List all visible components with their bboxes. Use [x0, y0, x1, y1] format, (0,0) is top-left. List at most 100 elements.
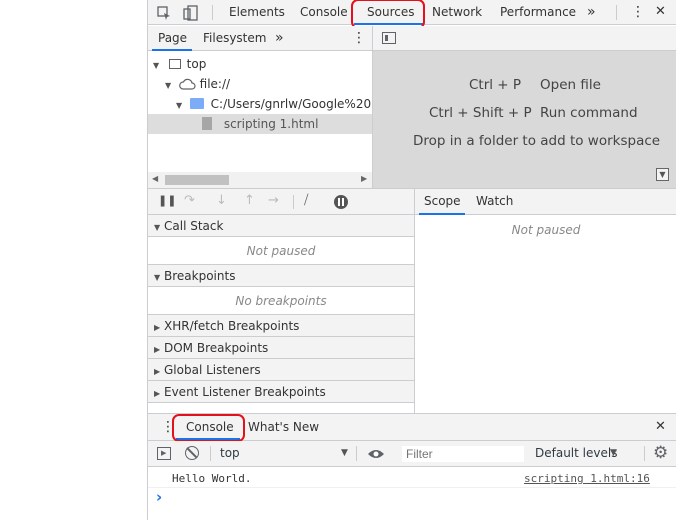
xhr-breakpoints-header[interactable]: ▶ XHR/fetch Breakpoints: [148, 315, 414, 337]
device-toolbar-icon[interactable]: [183, 5, 199, 21]
pause-icon[interactable]: ❚❚: [158, 194, 176, 207]
tree-label: scripting 1.html: [223, 117, 319, 131]
console-tab-highlight: [172, 414, 245, 442]
sidebar-tabs: Scope Watch: [415, 189, 676, 215]
devtools-panel: Elements Console Sources Network Perform…: [147, 0, 676, 520]
section-title: Global Listeners: [164, 363, 261, 377]
message-source-link[interactable]: scripting 1.html:16: [524, 472, 650, 485]
toolbar-divider: [356, 446, 357, 461]
shortcut-action-open: Open file: [540, 77, 601, 93]
scope-active-indicator: [419, 213, 465, 215]
editor-empty-pane: Ctrl + P Open file Ctrl + Shift + P Run …: [373, 26, 676, 188]
expand-caret-icon: ▼: [176, 101, 183, 110]
toggle-debugger-icon[interactable]: ▼: [656, 168, 669, 181]
toolbar-divider: [616, 5, 617, 20]
settings-menu-icon[interactable]: ⋮: [631, 0, 645, 25]
toolbar-divider: [293, 195, 294, 209]
file-icon: [202, 117, 212, 130]
collapsed-caret-icon: ▶: [154, 389, 161, 398]
toolbar-divider: [644, 446, 645, 461]
drawer-tab-whats-new[interactable]: What's New: [248, 415, 319, 440]
tab-performance[interactable]: Performance: [500, 0, 576, 25]
call-stack-status: Not paused: [148, 237, 414, 265]
nav-horizontal-scrollbar[interactable]: ◀ ▶: [148, 172, 372, 188]
inspect-element-icon[interactable]: [156, 5, 172, 21]
context-selector[interactable]: top: [220, 446, 240, 460]
call-stack-header[interactable]: ▼ Call Stack: [148, 215, 414, 237]
expand-caret-icon: ▼: [165, 81, 172, 90]
navigator-tabs: Page Filesystem » ⋮: [148, 26, 372, 51]
global-listeners-header[interactable]: ▶ Global Listeners: [148, 359, 414, 381]
pause-on-exceptions-icon[interactable]: [334, 195, 348, 209]
expand-caret-icon: ▼: [154, 273, 161, 282]
tree-item-origin[interactable]: ▼ file://: [165, 74, 230, 94]
clear-console-icon[interactable]: [185, 446, 199, 460]
breakpoints-status: No breakpoints: [148, 287, 414, 315]
section-title: Breakpoints: [164, 269, 236, 283]
folder-icon: [189, 98, 204, 109]
scroll-right-icon[interactable]: ▶: [361, 174, 367, 183]
filter-input[interactable]: [401, 445, 525, 463]
step-icon[interactable]: →: [268, 193, 279, 208]
frame-icon: [168, 59, 181, 69]
breakpoints-header[interactable]: ▼ Breakpoints: [148, 265, 414, 287]
tab-console[interactable]: Console: [300, 0, 348, 25]
deactivate-breakpoints-icon[interactable]: ⧸: [304, 193, 308, 208]
scroll-left-icon[interactable]: ◀: [152, 174, 158, 183]
section-title: Event Listener Breakpoints: [164, 385, 326, 399]
levels-dropdown-icon[interactable]: ▼: [610, 448, 617, 458]
tab-watch[interactable]: Watch: [476, 189, 513, 214]
close-drawer-icon[interactable]: ✕: [655, 415, 666, 440]
nav-tab-filesystem[interactable]: Filesystem: [203, 26, 266, 51]
tree-item-folder[interactable]: ▼ C:/Users/gnrlw/Google%20Drive: [176, 94, 372, 114]
nav-active-indicator: [152, 49, 192, 51]
toolbar-divider: [210, 446, 211, 461]
scope-status: Not paused: [511, 223, 581, 237]
nav-menu-icon[interactable]: ⋮: [352, 26, 366, 51]
console-prompt-row[interactable]: ›: [148, 488, 676, 520]
scrollbar-thumb[interactable]: [165, 175, 229, 185]
close-devtools-icon[interactable]: ✕: [655, 0, 666, 25]
step-over-icon[interactable]: ↷: [184, 193, 195, 208]
show-sidebar-icon[interactable]: ▶: [157, 447, 171, 460]
nav-more-button[interactable]: »: [275, 26, 284, 51]
tree-item-top[interactable]: ▼ top: [153, 54, 206, 74]
cloud-icon: [178, 76, 196, 96]
step-into-icon[interactable]: ↓: [216, 193, 227, 208]
shortcut-keys-run: Ctrl + Shift + P: [429, 105, 532, 121]
section-title: Call Stack: [164, 219, 224, 233]
console-prompt-icon: ›: [156, 488, 163, 506]
section-title: DOM Breakpoints: [164, 341, 269, 355]
section-title: XHR/fetch Breakpoints: [164, 319, 300, 333]
log-levels-dropdown[interactable]: Default levels: [535, 446, 617, 460]
collapsed-caret-icon: ▶: [154, 345, 161, 354]
step-out-icon[interactable]: ↑: [244, 193, 255, 208]
tree-label: file://: [199, 77, 231, 91]
event-listener-breakpoints-header[interactable]: ▶ Event Listener Breakpoints: [148, 381, 414, 403]
tab-scope[interactable]: Scope: [424, 189, 461, 214]
shortcut-keys-open: Ctrl + P: [469, 77, 522, 93]
collapsed-caret-icon: ▶: [154, 323, 161, 332]
tree-label: C:/Users/gnrlw/Google%20Drive: [210, 97, 372, 111]
tab-network[interactable]: Network: [432, 0, 482, 25]
debugger-toolbar: ❚❚ ↷ ↓ ↑ → ⧸: [148, 189, 414, 215]
nav-tab-page[interactable]: Page: [158, 26, 187, 51]
console-settings-gear-icon[interactable]: ⚙: [653, 443, 668, 463]
expand-caret-icon: ▼: [154, 223, 161, 232]
more-tabs-button[interactable]: »: [587, 0, 596, 25]
eye-icon[interactable]: [367, 448, 385, 463]
dom-breakpoints-header[interactable]: ▶ DOM Breakpoints: [148, 337, 414, 359]
toolbar-divider: [212, 5, 213, 20]
expand-caret-icon: ▼: [153, 61, 160, 70]
toggle-navigator-icon[interactable]: [382, 32, 396, 44]
tree-label: top: [186, 57, 207, 71]
tree-item-file[interactable]: scripting 1.html: [202, 114, 318, 134]
console-toolbar: ▶ top ▼ Default levels ▼ ⚙: [148, 441, 676, 467]
drop-folder-hint: Drop in a folder to add to workspace: [413, 133, 661, 149]
tab-elements[interactable]: Elements: [229, 0, 285, 25]
editor-toolbar: [373, 26, 676, 51]
console-message-row: Hello World. scripting 1.html:16: [148, 467, 676, 488]
collapsed-caret-icon: ▶: [154, 367, 161, 376]
console-message: Hello World.: [172, 472, 252, 485]
context-dropdown-icon[interactable]: ▼: [341, 448, 348, 458]
